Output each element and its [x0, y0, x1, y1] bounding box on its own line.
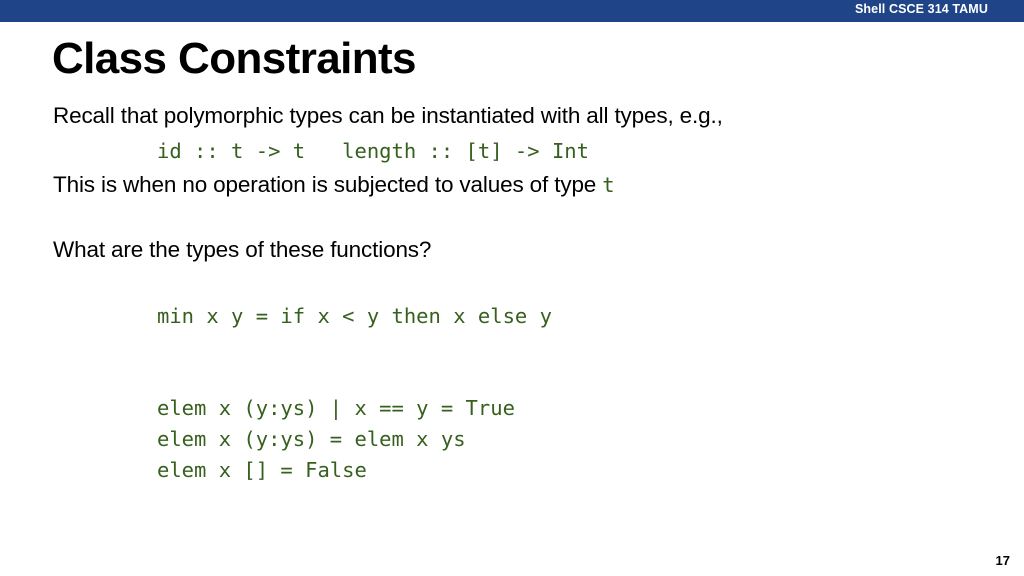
header-banner: Shell CSCE 314 TAMU	[0, 0, 1024, 22]
course-banner-label: Shell CSCE 314 TAMU	[855, 2, 988, 16]
recall-statement: Recall that polymorphic types can be ins…	[53, 103, 723, 128]
min-function-code: min x y = if x < y then x else y	[157, 304, 552, 328]
question-statement: What are the types of these functions?	[53, 237, 432, 262]
elem-function-code-line-1: elem x (y:ys) | x == y = True	[157, 396, 515, 420]
slide-content: Class Constraints Recall that polymorphi…	[0, 22, 1024, 576]
no-operation-text: This is when no operation is subjected t…	[53, 172, 603, 197]
no-operation-statement: This is when no operation is subjected t…	[53, 172, 615, 198]
slide-page-number: 17	[995, 553, 1010, 568]
elem-function-code-line-2: elem x (y:ys) = elem x ys	[157, 427, 466, 451]
inline-type-variable: t	[602, 173, 615, 197]
type-signatures-code: id :: t -> t length :: [t] -> Int	[157, 139, 589, 163]
elem-function-code-line-3: elem x [] = False	[157, 458, 367, 482]
page-title: Class Constraints	[52, 34, 417, 83]
